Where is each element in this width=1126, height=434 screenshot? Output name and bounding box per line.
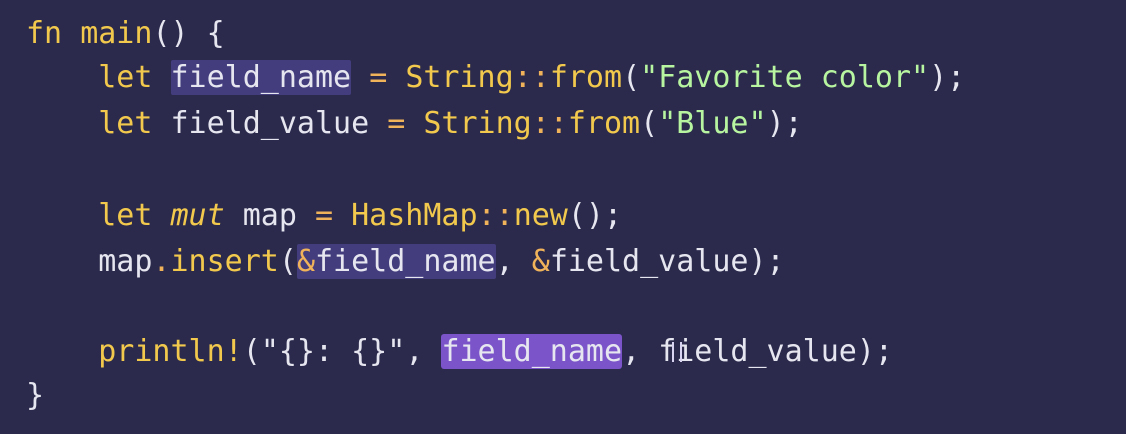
open-paren: ( <box>640 106 659 141</box>
comma: , <box>405 334 442 369</box>
code-line-9[interactable]: } <box>26 374 44 418</box>
argument-field-value: field_value <box>549 244 749 279</box>
reference-operator: & <box>296 244 315 279</box>
keyword-fn: fn <box>26 16 63 51</box>
keyword-let: let <box>98 106 153 141</box>
assign-operator: = <box>315 198 334 233</box>
text-cursor-icon <box>672 342 682 362</box>
variable-map: map <box>242 198 297 233</box>
keyword-mut: mut <box>170 198 225 233</box>
reference-operator: & <box>531 244 550 279</box>
dot-operator: . <box>152 244 171 279</box>
string-literal-favorite-color: "Favorite color" <box>640 60 930 95</box>
close-paren-semicolon: ); <box>929 60 966 95</box>
close-paren-semicolon: ); <box>766 106 803 141</box>
close-paren-semicolon: ); <box>856 334 893 369</box>
assign-operator: = <box>387 106 406 141</box>
code-line-6[interactable]: map.insert(&field_name, &field_value); <box>26 240 785 284</box>
closing-brace: } <box>26 378 45 413</box>
open-paren: ( <box>242 334 261 369</box>
variable-field-value: field_value <box>170 106 370 141</box>
keyword-let: let <box>98 60 153 95</box>
type-string: String <box>423 106 532 141</box>
macro-println: println! <box>98 334 243 369</box>
argument-field-name-selected[interactable]: field_name <box>441 334 623 369</box>
open-paren: ( <box>278 244 297 279</box>
method-new: new <box>513 198 568 233</box>
comma: , <box>622 334 659 369</box>
type-string: String <box>405 60 514 95</box>
argument-field-name-highlight: field_name <box>315 244 496 279</box>
code-line-3[interactable]: let field_value = String::from("Blue"); <box>26 102 803 146</box>
string-literal-blue: "Blue" <box>658 106 767 141</box>
function-name-main: main <box>80 16 153 51</box>
assign-operator: = <box>369 60 388 95</box>
object-map: map <box>98 244 153 279</box>
method-from: from <box>549 60 623 95</box>
comma: , <box>495 244 532 279</box>
keyword-let: let <box>98 198 153 233</box>
format-string-literal: "{}: {}" <box>260 334 406 369</box>
variable-field-name-highlight: field_name <box>170 60 352 95</box>
method-insert: insert <box>170 244 279 279</box>
call-parens-semicolon: (); <box>567 198 623 233</box>
open-paren: ( <box>622 60 641 95</box>
code-line-2[interactable]: let field_name = String::from("Favorite … <box>26 56 965 100</box>
function-signature-rest: () { <box>152 16 225 51</box>
path-separator: :: <box>513 60 550 95</box>
code-line-5[interactable]: let mut map = HashMap::new(); <box>26 194 622 238</box>
close-paren-semicolon: ); <box>748 244 785 279</box>
path-separator: :: <box>531 106 568 141</box>
code-editor[interactable]: fn main() { let field_name = String::fro… <box>0 0 1126 434</box>
path-separator: :: <box>477 198 514 233</box>
argument-field-value: field_value <box>658 334 857 369</box>
code-line-8[interactable]: println!("{}: {}", field_name, field_val… <box>26 330 893 374</box>
method-from: from <box>567 106 641 141</box>
type-hashmap: HashMap <box>351 198 478 233</box>
code-line-1[interactable]: fn main() { <box>26 12 225 56</box>
